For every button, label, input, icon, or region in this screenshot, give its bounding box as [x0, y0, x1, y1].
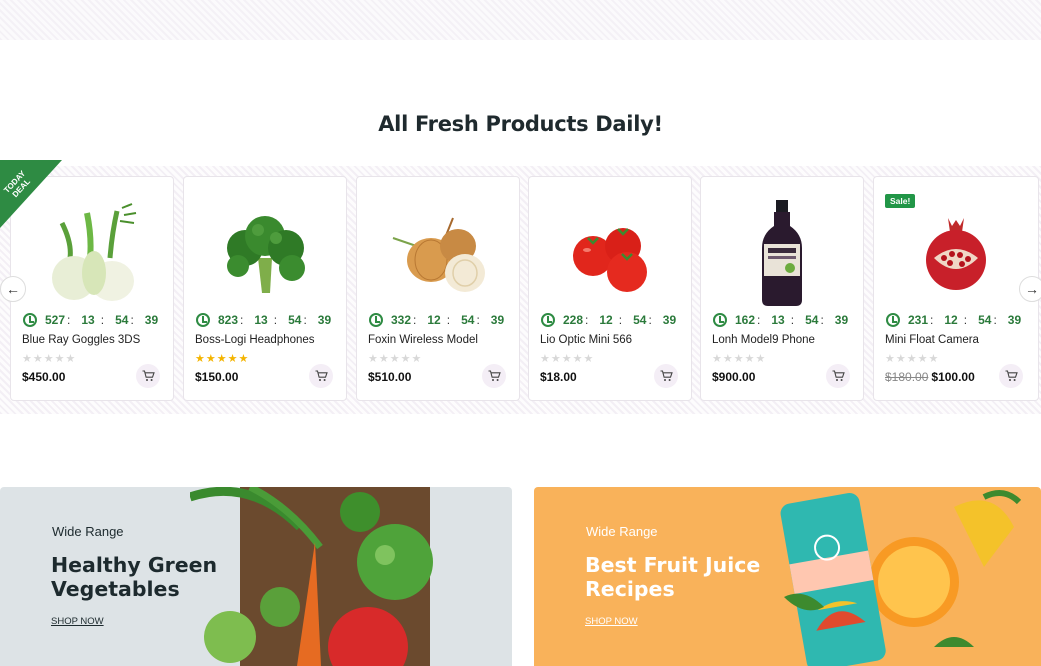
- product-name[interactable]: Lonh Model9 Phone: [712, 334, 815, 346]
- countdown-timer: 231: 12: 54: 39: [886, 313, 1021, 327]
- product-name[interactable]: Blue Ray Goggles 3DS: [22, 334, 140, 346]
- clock-icon: [886, 313, 900, 327]
- cart-icon: [660, 370, 673, 381]
- section-title: All Fresh Products Daily!: [378, 112, 663, 136]
- countdown-timer: 823: 13: 54: 39: [196, 313, 331, 327]
- add-to-cart-button[interactable]: [482, 364, 506, 388]
- countdown-timer: 527: 13: 54: 39: [23, 313, 158, 327]
- banner-title: Healthy Green Vegetables: [51, 553, 218, 601]
- product-card[interactable]: 823: 13: 54: 39 Boss-Logi Headphones ★★★…: [183, 176, 347, 401]
- add-to-cart-button[interactable]: [309, 364, 333, 388]
- countdown-timer: 228: 12: 54: 39: [541, 313, 676, 327]
- clock-icon: [369, 313, 383, 327]
- countdown-timer: 162: 13: 54: 39: [713, 313, 848, 327]
- product-card[interactable]: 228: 12: 54: 39 Lio Optic Mini 566 ★★★★★…: [528, 176, 692, 401]
- promo-banner-vegetables[interactable]: Wide Range Healthy Green Vegetables SHOP…: [0, 487, 512, 666]
- product-price: $18.00: [540, 370, 577, 384]
- carousel-prev-button[interactable]: ←: [0, 276, 26, 302]
- rating-stars: ★★★★★: [540, 353, 595, 365]
- promo-banner-juice[interactable]: Wide Range Best Fruit Juice Recipes SHOP…: [534, 487, 1041, 666]
- rating-stars: ★★★★★: [195, 353, 250, 365]
- rating-stars: ★★★★★: [22, 353, 77, 365]
- product-card[interactable]: 332: 12: 54: 39 Foxin Wireless Model ★★★…: [356, 176, 520, 401]
- product-price: $180.00 $100.00: [885, 370, 975, 384]
- carousel-next-button[interactable]: →: [1019, 276, 1041, 302]
- product-name[interactable]: Boss-Logi Headphones: [195, 334, 315, 346]
- shop-now-link[interactable]: SHOP NOW: [585, 616, 638, 627]
- cart-icon: [488, 370, 501, 381]
- product-image-onion[interactable]: [357, 195, 519, 310]
- banner-title: Best Fruit Juice Recipes: [585, 553, 761, 601]
- product-name[interactable]: Lio Optic Mini 566: [540, 334, 632, 346]
- cart-icon: [832, 370, 845, 381]
- add-to-cart-button[interactable]: [826, 364, 850, 388]
- clock-icon: [196, 313, 210, 327]
- product-image-juice-bottle[interactable]: [701, 195, 863, 310]
- old-price: $180.00: [885, 370, 929, 384]
- juice-can-image: [780, 490, 1022, 666]
- cart-icon: [315, 370, 328, 381]
- arrow-right-icon: →: [1025, 281, 1039, 297]
- banner-subtitle: Wide Range: [52, 524, 124, 539]
- product-card[interactable]: 162: 13: 54: 39 Lonh Model9 Phone ★★★★★ …: [700, 176, 864, 401]
- vegetables-image: [190, 487, 433, 666]
- product-name[interactable]: Mini Float Camera: [885, 334, 979, 346]
- product-price: $450.00: [22, 370, 66, 384]
- product-price: $510.00: [368, 370, 412, 384]
- clock-icon: [23, 313, 37, 327]
- banner-subtitle: Wide Range: [586, 524, 658, 539]
- rating-stars: ★★★★★: [885, 353, 940, 365]
- clock-icon: [541, 313, 555, 327]
- add-to-cart-button[interactable]: [136, 364, 160, 388]
- cart-icon: [1005, 370, 1018, 381]
- shop-now-link[interactable]: SHOP NOW: [51, 616, 104, 627]
- product-price: $150.00: [195, 370, 239, 384]
- product-image-pomegranate[interactable]: [874, 195, 1038, 310]
- product-price: $900.00: [712, 370, 756, 384]
- today-deal-ribbon: TODAY DEAL: [0, 160, 62, 228]
- rating-stars: ★★★★★: [368, 353, 423, 365]
- add-to-cart-button[interactable]: [654, 364, 678, 388]
- product-name[interactable]: Foxin Wireless Model: [368, 334, 478, 346]
- rating-stars: ★★★★★: [712, 353, 767, 365]
- clock-icon: [713, 313, 727, 327]
- product-card[interactable]: Sale! 231: 12: 54: 39 Mini Float Camera …: [873, 176, 1039, 401]
- arrow-left-icon: ←: [6, 281, 20, 297]
- add-to-cart-button[interactable]: [999, 364, 1023, 388]
- cart-icon: [142, 370, 155, 381]
- top-pattern-band: [0, 0, 1041, 40]
- product-image-broccoli[interactable]: [184, 195, 346, 310]
- countdown-timer: 332: 12: 54: 39: [369, 313, 504, 327]
- product-image-tomatoes[interactable]: [529, 195, 691, 310]
